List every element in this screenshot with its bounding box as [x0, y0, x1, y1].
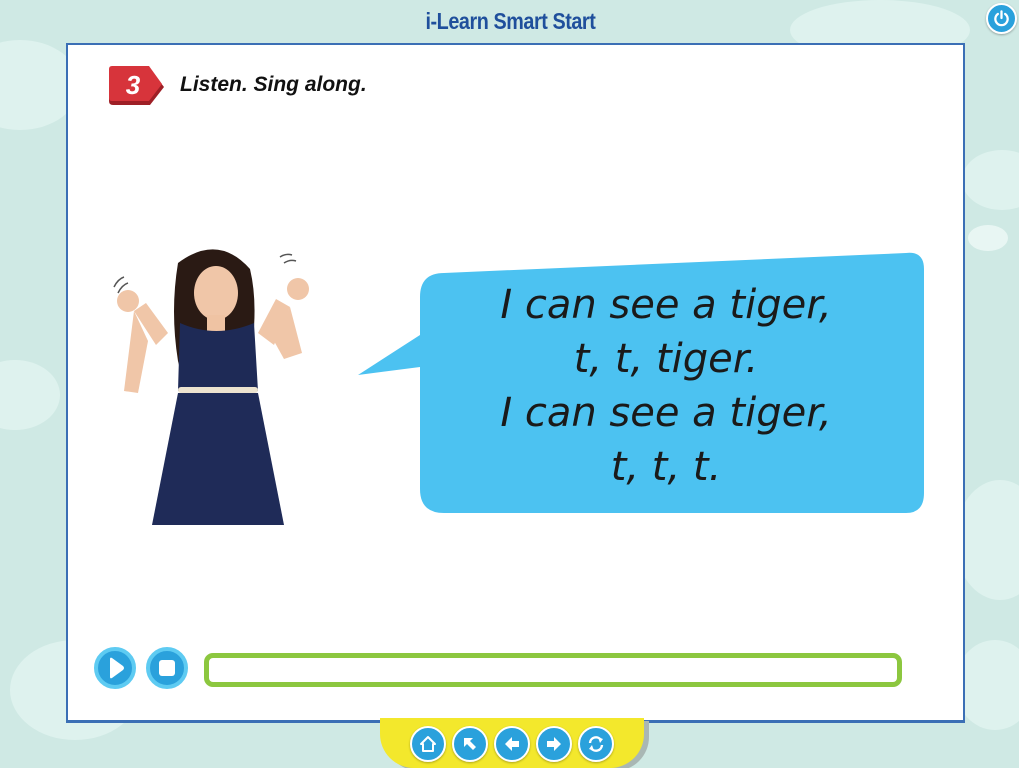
stop-button[interactable] [146, 647, 188, 689]
menu-button[interactable] [452, 726, 488, 762]
app-title: i-Learn Smart Start [425, 8, 596, 34]
arrow-up-left-icon [464, 738, 476, 750]
navigation-bar [380, 718, 644, 768]
power-button[interactable] [986, 3, 1017, 34]
song-lyrics: I can see a tiger, t, t, tiger. I can se… [416, 278, 916, 494]
lesson-panel: 3 Listen. Sing along. I can see a tiger,… [66, 43, 965, 723]
arrow-right-icon [547, 737, 561, 751]
singer-photo [113, 249, 309, 525]
background-cloud [962, 150, 1019, 210]
next-button[interactable] [536, 726, 572, 762]
home-icon [420, 736, 436, 752]
exercise-number: 3 [126, 70, 141, 100]
refresh-button[interactable] [578, 726, 614, 762]
lyric-line: I can see a tiger, [500, 390, 832, 436]
power-icon [994, 10, 1009, 27]
exercise-title: Listen. Sing along. [180, 73, 367, 96]
audio-progress-bar[interactable] [204, 653, 902, 687]
home-button[interactable] [410, 726, 446, 762]
lyric-line: I can see a tiger, [500, 282, 832, 328]
play-button[interactable] [94, 647, 136, 689]
refresh-icon [588, 736, 604, 752]
lyric-line: t, t, tiger. [573, 336, 759, 382]
previous-button[interactable] [494, 726, 530, 762]
play-icon [110, 657, 124, 679]
arrow-left-icon [505, 737, 519, 751]
lyric-line: t, t, t. [610, 444, 722, 490]
background-cloud [968, 225, 1008, 251]
background-cloud [0, 360, 60, 430]
stop-icon [159, 660, 175, 676]
exercise-number-badge: 3 [109, 66, 164, 105]
